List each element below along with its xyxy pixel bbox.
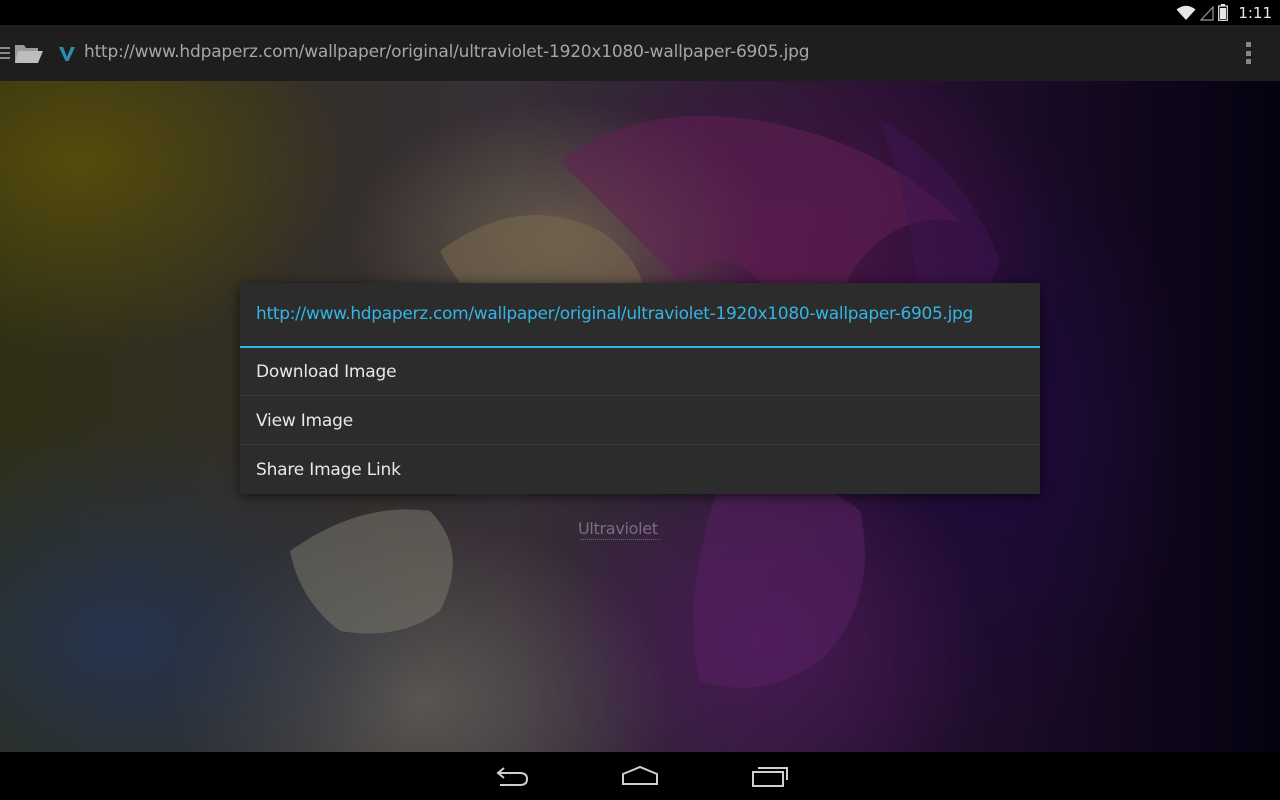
menu-item-view-image[interactable]: View Image [240, 397, 1040, 445]
context-menu-dialog: http://www.hdpaperz.com/wallpaper/origin… [240, 283, 1040, 494]
overflow-menu-icon[interactable] [1238, 40, 1258, 66]
url-text[interactable]: http://www.hdpaperz.com/wallpaper/origin… [84, 42, 810, 62]
context-menu-title-text: http://www.hdpaperz.com/wallpaper/origin… [256, 304, 974, 324]
menu-item-label: View Image [256, 411, 353, 431]
watermark-text: Ultraviolet [578, 519, 658, 538]
screen: 1:11 http://www.hdpaperz.com/wallpaper/o… [0, 0, 1280, 800]
signal-icon [1200, 4, 1214, 21]
menu-item-label: Download Image [256, 362, 397, 382]
status-bar: 1:11 [0, 0, 1280, 25]
navigation-bar [0, 752, 1280, 800]
folder-icon[interactable] [14, 41, 44, 65]
url-bar: http://www.hdpaperz.com/wallpaper/origin… [0, 25, 1280, 82]
back-icon[interactable] [492, 762, 532, 790]
status-icons: 1:11 [1176, 2, 1272, 23]
menu-item-label: Share Image Link [256, 460, 401, 480]
menu-item-share-image-link[interactable]: Share Image Link [240, 446, 1040, 494]
menu-icon[interactable] [0, 46, 10, 60]
home-icon[interactable] [620, 762, 660, 790]
context-menu-title: http://www.hdpaperz.com/wallpaper/origin… [240, 283, 1040, 348]
site-favicon [59, 47, 75, 61]
watermark-underline [580, 539, 660, 544]
recent-apps-icon[interactable] [750, 762, 790, 790]
menu-item-download-image[interactable]: Download Image [240, 348, 1040, 396]
battery-icon [1218, 4, 1229, 21]
wifi-icon [1176, 5, 1196, 20]
clock: 1:11 [1238, 3, 1272, 22]
